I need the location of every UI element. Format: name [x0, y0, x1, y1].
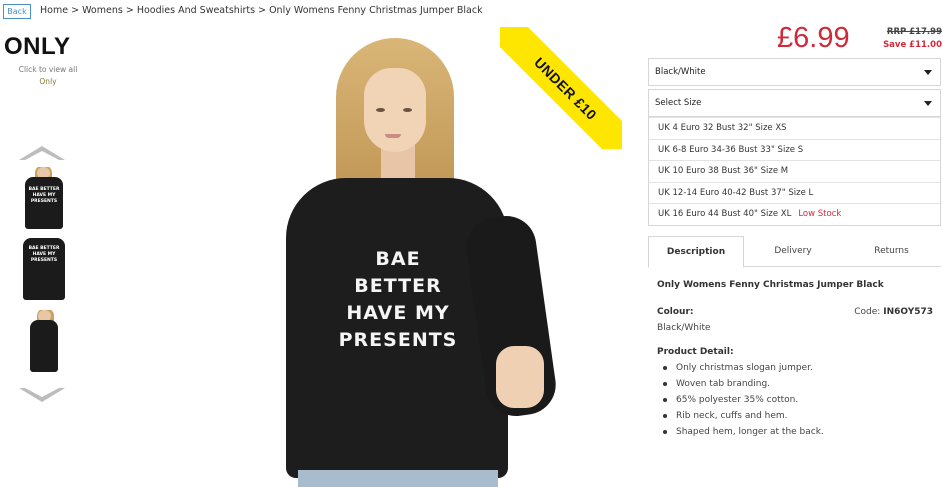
tab-returns[interactable]: Returns: [842, 236, 941, 267]
brand-link[interactable]: Only: [0, 76, 96, 88]
size-option-xs[interactable]: UK 4 Euro 32 Bust 32" Size XS: [649, 117, 940, 139]
product-code: Code: IN6OY573: [854, 307, 933, 317]
thumbnail-1[interactable]: BAE BETTER HAVE MY PRESENTS: [18, 167, 70, 233]
size-options-list: UK 4 Euro 32 Bust 32" Size XS UK 6-8 Eur…: [648, 117, 941, 226]
size-select[interactable]: Select Size: [648, 89, 941, 117]
thumbnail-3[interactable]: [18, 310, 70, 376]
thumb-slogan: BAE BETTER HAVE MY PRESENTS: [28, 246, 60, 263]
colour-value: Black/White: [657, 323, 711, 333]
thumb-slogan: BAE BETTER HAVE MY PRESENTS: [28, 187, 60, 204]
list-item: Only christmas slogan jumper.: [663, 360, 824, 376]
under-ten-badge: UNDER £10: [500, 27, 622, 149]
size-option-xl[interactable]: UK 16 Euro 44 Bust 40" Size XL Low Stock: [649, 203, 940, 225]
rrp-price: RRP £17.99: [886, 27, 942, 37]
list-item: Rib neck, cuffs and hem.: [663, 408, 824, 424]
brand-click-text: Click to view all: [18, 65, 78, 74]
breadcrumb-separator: >: [71, 5, 80, 16]
description-title: Only Womens Fenny Christmas Jumper Black: [657, 280, 884, 290]
breadcrumb-separator: >: [125, 5, 134, 16]
thumbnail-2[interactable]: BAE BETTER HAVE MY PRESENTS: [18, 236, 70, 302]
colour-label: Colour:: [657, 307, 694, 317]
chevron-down-icon: [924, 70, 932, 75]
tab-description[interactable]: Description: [648, 236, 744, 268]
product-detail-label: Product Detail:: [657, 347, 734, 357]
list-item: Woven tab branding.: [663, 376, 824, 392]
price: £6.99: [777, 22, 850, 54]
brand-logo[interactable]: ONLY: [4, 33, 70, 61]
back-button[interactable]: Back: [3, 4, 31, 19]
size-option-s[interactable]: UK 6-8 Euro 34-36 Bust 33" Size S: [649, 138, 940, 161]
save-amount: Save £11.00: [883, 40, 942, 50]
thumb-up-arrow-icon[interactable]: [19, 146, 65, 160]
brand-view-all: Click to view all Only: [0, 64, 96, 88]
colour-select[interactable]: Black/White: [648, 58, 941, 86]
breadcrumb: Home > Womens > Hoodies And Sweatshirts …: [40, 5, 483, 16]
product-tabs: Description Delivery Returns: [648, 236, 941, 268]
breadcrumb-category[interactable]: Hoodies And Sweatshirts: [137, 5, 255, 16]
chevron-down-icon: [924, 101, 932, 106]
size-option-m[interactable]: UK 10 Euro 38 Bust 36" Size M: [649, 160, 940, 182]
thumb-down-arrow-icon[interactable]: [19, 388, 65, 402]
low-stock-label: Low Stock: [798, 209, 842, 220]
tab-delivery[interactable]: Delivery: [744, 236, 842, 267]
breadcrumb-home[interactable]: Home: [40, 5, 68, 16]
breadcrumb-separator: >: [258, 5, 267, 16]
product-detail-list: Only christmas slogan jumper. Woven tab …: [663, 360, 824, 440]
jumper-slogan: BAE BETTER HAVE MY PRESENTS: [338, 248, 458, 351]
breadcrumb-current: Only Womens Fenny Christmas Jumper Black: [269, 5, 483, 16]
breadcrumb-womens[interactable]: Womens: [82, 5, 123, 16]
size-option-l[interactable]: UK 12-14 Euro 40-42 Bust 37" Size L: [649, 181, 940, 204]
list-item: 65% polyester 35% cotton.: [663, 392, 824, 408]
list-item: Shaped hem, longer at the back.: [663, 424, 824, 440]
